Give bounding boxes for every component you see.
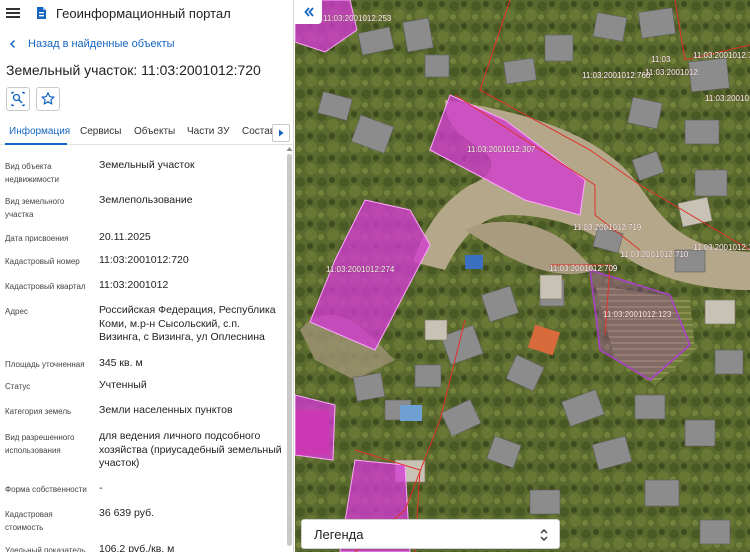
property-label: Площадь уточненная xyxy=(5,360,85,369)
satellite-map[interactable]: 11:03:2001012:253 11:03:2001012:760 11:0… xyxy=(295,0,750,552)
parcel-label[interactable]: 11:03:2001012:30 xyxy=(693,243,750,252)
parcel-label[interactable]: 11:03:2001012:720 xyxy=(693,51,750,60)
property-label: Дата присвоения xyxy=(5,234,69,243)
object-title: Земельный участок: 11:03:2001012:720 xyxy=(6,62,261,78)
property-value: Учтенный xyxy=(99,379,147,391)
parcel-label[interactable]: 11:03:2001012:709 xyxy=(549,264,618,273)
parcel-label[interactable]: 11:03:2001012:130 xyxy=(705,94,750,103)
tab-services[interactable]: Сервисы xyxy=(80,126,121,137)
parcel-label[interactable]: 11:03:2001012:307 xyxy=(467,145,536,154)
property-value: 106.2 руб./кв. м xyxy=(99,543,175,552)
parcel-label[interactable]: 11:03:2001012:274 xyxy=(326,265,395,274)
tab-information[interactable]: Информация xyxy=(9,126,70,137)
property-list: Вид объекта недвижимости Земельный участ… xyxy=(0,146,284,552)
legend-dropdown[interactable]: Легенда xyxy=(301,519,560,549)
back-link-label: Назад в найденные объекты xyxy=(28,38,175,50)
tab-bar: Информация Сервисы Объекты Части ЗУ Сост… xyxy=(0,119,293,145)
collapse-panel-button[interactable] xyxy=(295,0,322,24)
property-value: 20.11.2025 xyxy=(99,231,151,243)
scroll-up-icon[interactable] xyxy=(286,146,293,152)
property-label: Удельный показатель xyxy=(5,546,86,552)
map-search-icon xyxy=(11,91,25,107)
chevron-right-icon xyxy=(279,129,284,137)
property-label: Кадастровый квартал xyxy=(5,282,86,291)
hamburger-icon[interactable] xyxy=(6,8,20,18)
favorite-button[interactable] xyxy=(36,87,60,111)
top-bar: Геоинформационный портал xyxy=(0,0,293,26)
property-label: Адрес xyxy=(5,307,28,316)
property-value: 36 639 руб. xyxy=(99,507,155,519)
property-value: - xyxy=(99,482,103,494)
parcel-label[interactable]: 11:03:2001012:719 xyxy=(573,223,642,232)
property-value: 11:03:2001012 xyxy=(99,279,169,291)
property-label: Вид разрешенного использования xyxy=(5,433,75,455)
parcel-label[interactable]: 11:03:2001012:123 xyxy=(603,310,672,319)
property-value: Земельный участок xyxy=(99,159,195,171)
app-title: Геоинформационный портал xyxy=(56,5,231,21)
property-label: Вид земельного участка xyxy=(5,197,65,219)
star-icon xyxy=(41,92,55,105)
scrollbar-thumb[interactable] xyxy=(287,154,292,546)
property-label: Форма собственности xyxy=(5,485,87,494)
active-tab-indicator xyxy=(5,143,67,145)
back-to-results-link[interactable]: Назад в найденные объекты xyxy=(8,38,175,50)
panel-scrollbar[interactable] xyxy=(286,146,293,552)
show-on-map-button[interactable] xyxy=(6,87,30,111)
property-value: 345 кв. м xyxy=(99,357,143,369)
property-label: Кадастровый номер xyxy=(5,257,80,266)
parcel-label[interactable]: 11:03 xyxy=(651,55,671,64)
tab-parcel-parts[interactable]: Части ЗУ xyxy=(187,126,229,137)
property-value: Земли населенных пунктов xyxy=(99,404,233,416)
property-value: Российская Федерация, Республика Коми, м… xyxy=(99,304,276,343)
legend-label: Легенда xyxy=(314,527,364,542)
portal-logo-icon xyxy=(37,7,46,19)
property-value: Землепользование xyxy=(99,194,193,206)
parcel-label[interactable]: 11:03:2001012:760 xyxy=(582,71,651,80)
parcel-label[interactable]: 11:03:2001012:710 xyxy=(620,250,689,259)
chevron-left-icon xyxy=(9,39,16,49)
property-value: 11:03:2001012:720 xyxy=(99,254,189,266)
double-chevron-left-icon xyxy=(303,7,314,17)
property-value: для ведения личного подсобного хозяйства… xyxy=(99,430,282,469)
chevron-up-down-icon xyxy=(540,529,548,541)
parcel-label[interactable]: 11:03:2001012:253 xyxy=(323,14,392,23)
parcel-label[interactable]: 11:03:2001012: xyxy=(645,68,700,77)
tabs-next-button[interactable] xyxy=(272,124,290,142)
map-view[interactable]: 11:03:2001012:253 11:03:2001012:760 11:0… xyxy=(295,0,750,552)
tab-composition[interactable]: Состав xyxy=(242,126,275,137)
property-label: Кадастровая стоимость xyxy=(5,510,53,532)
property-label: Вид объекта недвижимости xyxy=(5,162,59,184)
object-info-panel: Геоинформационный портал Назад в найденн… xyxy=(0,0,294,552)
property-label: Статус xyxy=(5,382,31,391)
tab-objects[interactable]: Объекты xyxy=(134,126,175,137)
property-label: Категория земель xyxy=(5,407,72,416)
